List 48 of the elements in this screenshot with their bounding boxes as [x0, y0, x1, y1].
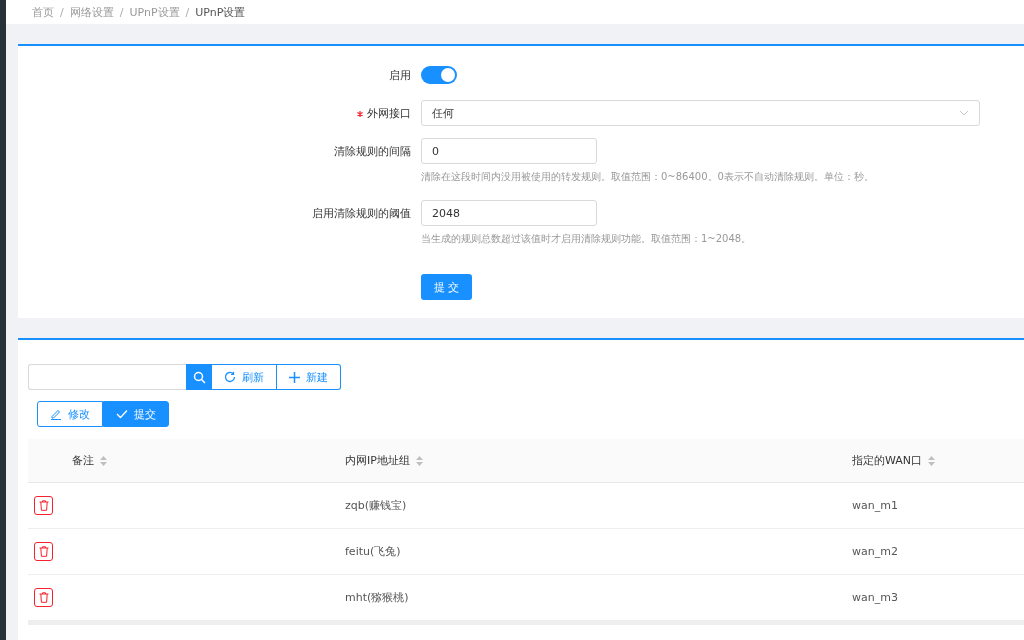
field-hint: 清除在这段时间内没用被使用的转发规则。取值范围：0~86400。0表示不自动清除规则。单位：秒。: [421, 170, 875, 184]
search-button[interactable]: [186, 364, 212, 390]
refresh-button[interactable]: 刷新: [212, 364, 277, 390]
delete-button[interactable]: [34, 542, 53, 561]
trash-icon: [38, 592, 49, 603]
sort-icon[interactable]: [100, 455, 107, 466]
table-cell: wan_m2: [852, 545, 898, 558]
input-field[interactable]: 2048: [421, 200, 597, 226]
breadcrumb-item: UPnP设置: [195, 4, 246, 20]
column-header[interactable]: 内网IP地址组: [345, 453, 410, 468]
breadcrumb-separator: /: [119, 5, 124, 19]
table-cell: feitu(飞兔): [345, 544, 401, 559]
delete-button[interactable]: [34, 496, 53, 515]
submit-button[interactable]: 提 交: [421, 274, 472, 300]
checkmark-icon: [116, 409, 128, 419]
breadcrumb-item[interactable]: 网络设置: [69, 4, 114, 20]
breadcrumb-separator: /: [185, 5, 190, 19]
field-label: 启用清除规则的阈值: [311, 205, 412, 221]
table-cell: mht(猕猴桃): [345, 590, 409, 605]
field-label: 外网接口: [18, 105, 421, 121]
pencil-icon: [50, 408, 62, 420]
submit-button[interactable]: 提交: [103, 401, 169, 427]
column-header[interactable]: 指定的WAN口: [852, 453, 923, 468]
trash-icon: [38, 546, 49, 557]
plus-icon: [289, 371, 300, 383]
delete-button[interactable]: [34, 588, 53, 607]
input-field[interactable]: 0: [421, 138, 597, 164]
breadcrumb-item[interactable]: 首页: [32, 4, 54, 20]
sort-icon[interactable]: [928, 455, 936, 466]
trash-icon: [38, 500, 49, 511]
sort-icon[interactable]: [415, 455, 423, 466]
edit-button[interactable]: 修改: [37, 401, 103, 427]
breadcrumb-separator: /: [60, 5, 64, 19]
field-label: 启用: [388, 67, 412, 83]
table-cell: wan_m1: [852, 499, 898, 512]
breadcrumb-item[interactable]: UPnP设置: [129, 4, 180, 20]
enable-toggle[interactable]: [421, 66, 457, 84]
field-label: 清除规则的间隔: [333, 143, 412, 159]
field-hint: 当生成的规则总数超过该值时才启用清除规则功能。取值范围：1~2048。: [421, 232, 753, 246]
new-button[interactable]: 新建: [277, 364, 341, 390]
table-cell: zqb(赚钱宝): [345, 498, 407, 513]
search-icon: [192, 370, 206, 384]
wan-interface-select[interactable]: 任何: [421, 100, 980, 126]
table-cell: wan_m3: [852, 591, 898, 604]
refresh-icon: [224, 371, 236, 383]
chevron-down-icon: [959, 110, 969, 116]
column-header[interactable]: 备注: [72, 453, 94, 468]
search-field[interactable]: [28, 364, 186, 390]
